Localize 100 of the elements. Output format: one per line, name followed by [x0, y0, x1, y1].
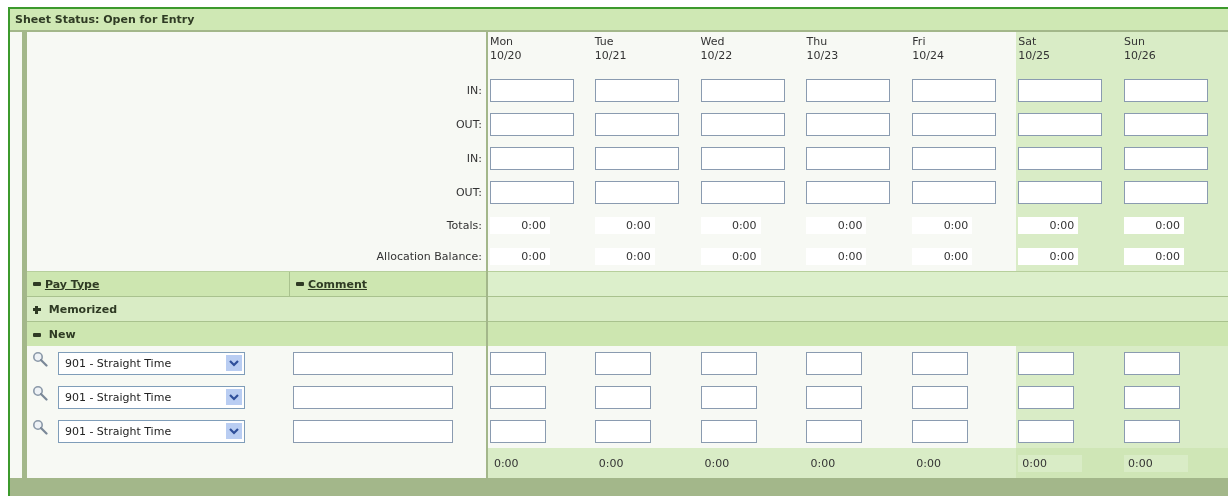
time-input[interactable] — [806, 180, 891, 204]
search-icon[interactable] — [31, 419, 48, 435]
hours-input[interactable] — [594, 385, 651, 409]
total-value: 0:00 — [1124, 454, 1189, 472]
total-value: 0:00 — [915, 455, 943, 472]
time-input[interactable] — [594, 146, 679, 170]
time-input[interactable] — [1018, 180, 1103, 204]
punch-label: OUT: — [455, 185, 482, 199]
time-input[interactable] — [806, 78, 891, 102]
collapse-icon[interactable] — [32, 282, 41, 286]
hours-input[interactable] — [594, 351, 651, 375]
day-date: 10/26 — [1124, 49, 1157, 63]
day-date: 10/25 — [1018, 49, 1051, 63]
total-value: 0:00 — [806, 247, 867, 265]
caret-icon — [225, 389, 242, 405]
time-input[interactable] — [912, 112, 997, 136]
day-date: 10/23 — [806, 49, 840, 63]
time-input[interactable] — [1018, 146, 1103, 170]
punch-label: IN: — [466, 151, 482, 165]
comment-input[interactable] — [292, 385, 453, 409]
total-value: 0:00 — [1124, 247, 1185, 265]
hours-input[interactable] — [912, 419, 969, 443]
search-icon[interactable] — [31, 351, 48, 367]
pay-type-dropdown[interactable]: 901 - Straight Time — [57, 351, 245, 375]
time-input[interactable] — [700, 112, 785, 136]
total-value: 0:00 — [1124, 216, 1185, 234]
hours-input[interactable] — [1018, 419, 1075, 443]
hours-input[interactable] — [700, 385, 757, 409]
hours-input[interactable] — [489, 385, 546, 409]
total-value: 0:00 — [806, 216, 867, 234]
hours-input[interactable] — [912, 385, 969, 409]
punch-label: OUT: — [455, 117, 482, 131]
hours-input[interactable] — [806, 351, 863, 375]
time-input[interactable] — [912, 78, 997, 102]
time-input[interactable] — [489, 112, 574, 136]
total-value: 0:00 — [809, 455, 837, 472]
comment-input[interactable] — [292, 419, 453, 443]
time-input[interactable] — [1018, 78, 1103, 102]
hours-input[interactable] — [1124, 351, 1181, 375]
total-value: 0:00 — [1018, 216, 1079, 234]
hours-input[interactable] — [594, 419, 651, 443]
time-input[interactable] — [700, 146, 785, 170]
summary-label: Totals: — [446, 218, 482, 232]
comment-input[interactable] — [292, 351, 453, 375]
caret-icon — [225, 355, 242, 371]
time-input[interactable] — [912, 146, 997, 170]
hours-input[interactable] — [700, 419, 757, 443]
time-input[interactable] — [489, 146, 574, 170]
time-input[interactable] — [806, 146, 891, 170]
time-input[interactable] — [594, 180, 679, 204]
time-input[interactable] — [489, 78, 574, 102]
column-header-link[interactable]: Comment — [307, 277, 367, 291]
time-input[interactable] — [594, 112, 679, 136]
hours-input[interactable] — [1124, 419, 1181, 443]
time-input[interactable] — [700, 180, 785, 204]
time-input[interactable] — [1018, 112, 1103, 136]
day-date: 10/20 — [489, 49, 523, 63]
day-name: Thu — [806, 35, 829, 49]
time-input[interactable] — [1124, 112, 1209, 136]
summary-label: Allocation Balance: — [376, 249, 482, 263]
time-input[interactable] — [1124, 180, 1209, 204]
pay-type-dropdown[interactable]: 901 - Straight Time — [57, 419, 245, 443]
total-value: 0:00 — [912, 247, 973, 265]
time-input[interactable] — [489, 180, 574, 204]
time-input[interactable] — [700, 78, 785, 102]
day-date: 10/21 — [594, 49, 628, 63]
hours-input[interactable] — [489, 419, 546, 443]
total-value: 0:00 — [700, 216, 761, 234]
search-icon[interactable] — [31, 385, 48, 401]
time-input[interactable] — [1124, 78, 1209, 102]
pay-type-dropdown[interactable]: 901 - Straight Time — [57, 385, 245, 409]
hours-input[interactable] — [1018, 385, 1075, 409]
expand-icon[interactable] — [32, 305, 41, 314]
group-label[interactable]: Memorized — [48, 302, 118, 316]
total-value: 0:00 — [594, 247, 655, 265]
time-input[interactable] — [594, 78, 679, 102]
hours-input[interactable] — [1124, 385, 1181, 409]
total-value: 0:00 — [594, 216, 655, 234]
day-date: 10/24 — [912, 49, 946, 63]
hours-input[interactable] — [912, 351, 969, 375]
total-value: 0:00 — [1018, 247, 1079, 265]
hours-input[interactable] — [1018, 351, 1075, 375]
caret-icon — [225, 423, 242, 439]
hours-input[interactable] — [806, 385, 863, 409]
time-input[interactable] — [912, 180, 997, 204]
day-name: Sat — [1018, 35, 1038, 49]
time-input[interactable] — [806, 112, 891, 136]
group-label[interactable]: New — [48, 327, 76, 341]
hours-input[interactable] — [806, 419, 863, 443]
collapse-icon[interactable] — [295, 282, 304, 286]
collapse-icon[interactable] — [32, 332, 41, 337]
total-value: 0:00 — [703, 455, 731, 472]
total-value: 0:00 — [597, 455, 625, 472]
total-value: 0:00 — [700, 247, 761, 265]
hours-input[interactable] — [489, 351, 546, 375]
column-header-link[interactable]: Pay Type — [44, 277, 100, 291]
punch-label: IN: — [466, 83, 482, 97]
hours-input[interactable] — [700, 351, 757, 375]
total-value: 0:00 — [912, 216, 973, 234]
time-input[interactable] — [1124, 146, 1209, 170]
